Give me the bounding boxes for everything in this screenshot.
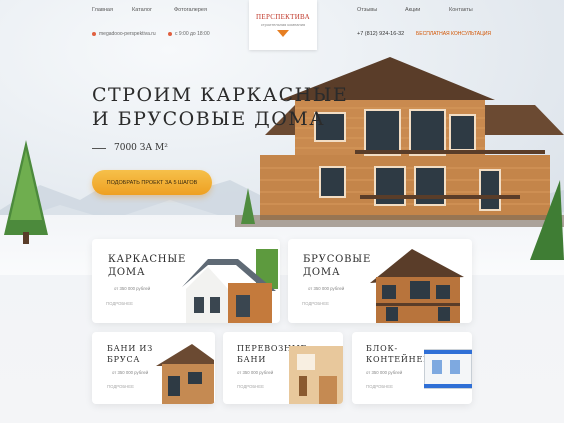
fir-tree-small: [241, 188, 255, 224]
price-text: 7000 ЗА М²: [114, 143, 168, 153]
card-price: от 350 000 рублей: [237, 370, 274, 375]
card-title: БРУСОВЫЕ ДОМА: [303, 254, 372, 278]
card-title: БАНИ ИЗ БРУСА: [107, 344, 153, 364]
card-title: КАРКАСНЫЕ ДОМА: [108, 254, 187, 278]
card-timber-houses[interactable]: БРУСОВЫЕ ДОМА от 350 000 рублей ПОДРОБНЕЕ: [288, 239, 472, 323]
nav-item-promo[interactable]: Акции: [405, 7, 420, 13]
frame-house-image: [182, 249, 278, 323]
card-frame-houses[interactable]: КАРКАСНЫЕ ДОМА от 350 000 рублей ПОДРОБНЕ…: [92, 239, 280, 323]
email-contact[interactable]: megadooo-perspektiva.ru: [92, 31, 156, 37]
fir-tree-right: [530, 180, 564, 260]
free-consultation-link[interactable]: БЕСПЛАТНАЯ КОНСУЛЬТАЦИЯ: [416, 31, 491, 37]
logo-name: ПЕРСПЕКТИВА: [256, 13, 310, 21]
wooden-house-image: [235, 57, 564, 227]
card-more-link[interactable]: ПОДРОБНЕЕ: [237, 384, 264, 389]
email-icon: [92, 32, 96, 36]
choose-project-button[interactable]: ПОДОБРАТЬ ПРОЕКТ ЗА 5 ШАГОВ: [92, 170, 212, 195]
nav-item-catalog[interactable]: Каталог: [132, 7, 152, 13]
hero-price: 7000 ЗА М²: [92, 143, 168, 153]
card-more-link[interactable]: ПОДРОБНЕЕ: [366, 384, 393, 389]
logo-triangle-icon: [277, 30, 289, 37]
card-mobile-saunas[interactable]: ПЕРЕВОЗНЫЕ БАНИ от 350 000 рублей ПОДРОБН…: [223, 332, 343, 404]
card-price: от 350 000 рублей: [366, 370, 403, 375]
card-price: от 350 000 рублей: [308, 286, 345, 291]
card-more-link[interactable]: ПОДРОБНЕЕ: [302, 301, 329, 306]
nav-item-gallery[interactable]: Фотогалерея: [174, 7, 207, 13]
card-price: от 350 000 рублей: [112, 370, 149, 375]
clock-icon: [168, 32, 172, 36]
hero-title-line1: СТРОИМ КАРКАСНЫЕ: [92, 84, 349, 106]
card-price: от 350 000 рублей: [114, 286, 151, 291]
mobile-sauna-image: [289, 346, 343, 404]
card-block-containers[interactable]: БЛОК- КОНТЕЙНЕРЫ от 350 000 рублей ПОДРОБ…: [352, 332, 472, 404]
nav-item-contacts[interactable]: Контакты: [449, 7, 473, 13]
hero-title: СТРОИМ КАРКАСНЫЕ И БРУСОВЫЕ ДОМА: [92, 83, 348, 131]
nav-item-home[interactable]: Главная: [92, 7, 113, 13]
phone-number[interactable]: +7 (812) 924-16-32: [357, 31, 404, 37]
logo-subtitle: строительная компания: [260, 22, 306, 27]
card-more-link[interactable]: ПОДРОБНЕЕ: [106, 301, 133, 306]
container-image: [424, 349, 472, 389]
hours-text: с 9:00 до 18:00: [175, 31, 210, 37]
nav-item-reviews[interactable]: Отзывы: [357, 7, 377, 13]
price-divider: [92, 147, 106, 149]
card-more-link[interactable]: ПОДРОБНЕЕ: [107, 384, 134, 389]
fir-tree-left: [4, 140, 48, 244]
hours-contact: с 9:00 до 18:00: [168, 31, 210, 37]
timber-house-image: [370, 249, 464, 323]
hero-title-line2: И БРУСОВЫЕ ДОМА: [92, 108, 326, 130]
card-timber-saunas[interactable]: БАНИ ИЗ БРУСА от 350 000 рублей ПОДРОБНЕЕ: [92, 332, 215, 404]
email-text: megadooo-perspektiva.ru: [99, 31, 156, 37]
sauna-image: [156, 344, 214, 404]
logo[interactable]: ПЕРСПЕКТИВА строительная компания: [249, 0, 317, 50]
